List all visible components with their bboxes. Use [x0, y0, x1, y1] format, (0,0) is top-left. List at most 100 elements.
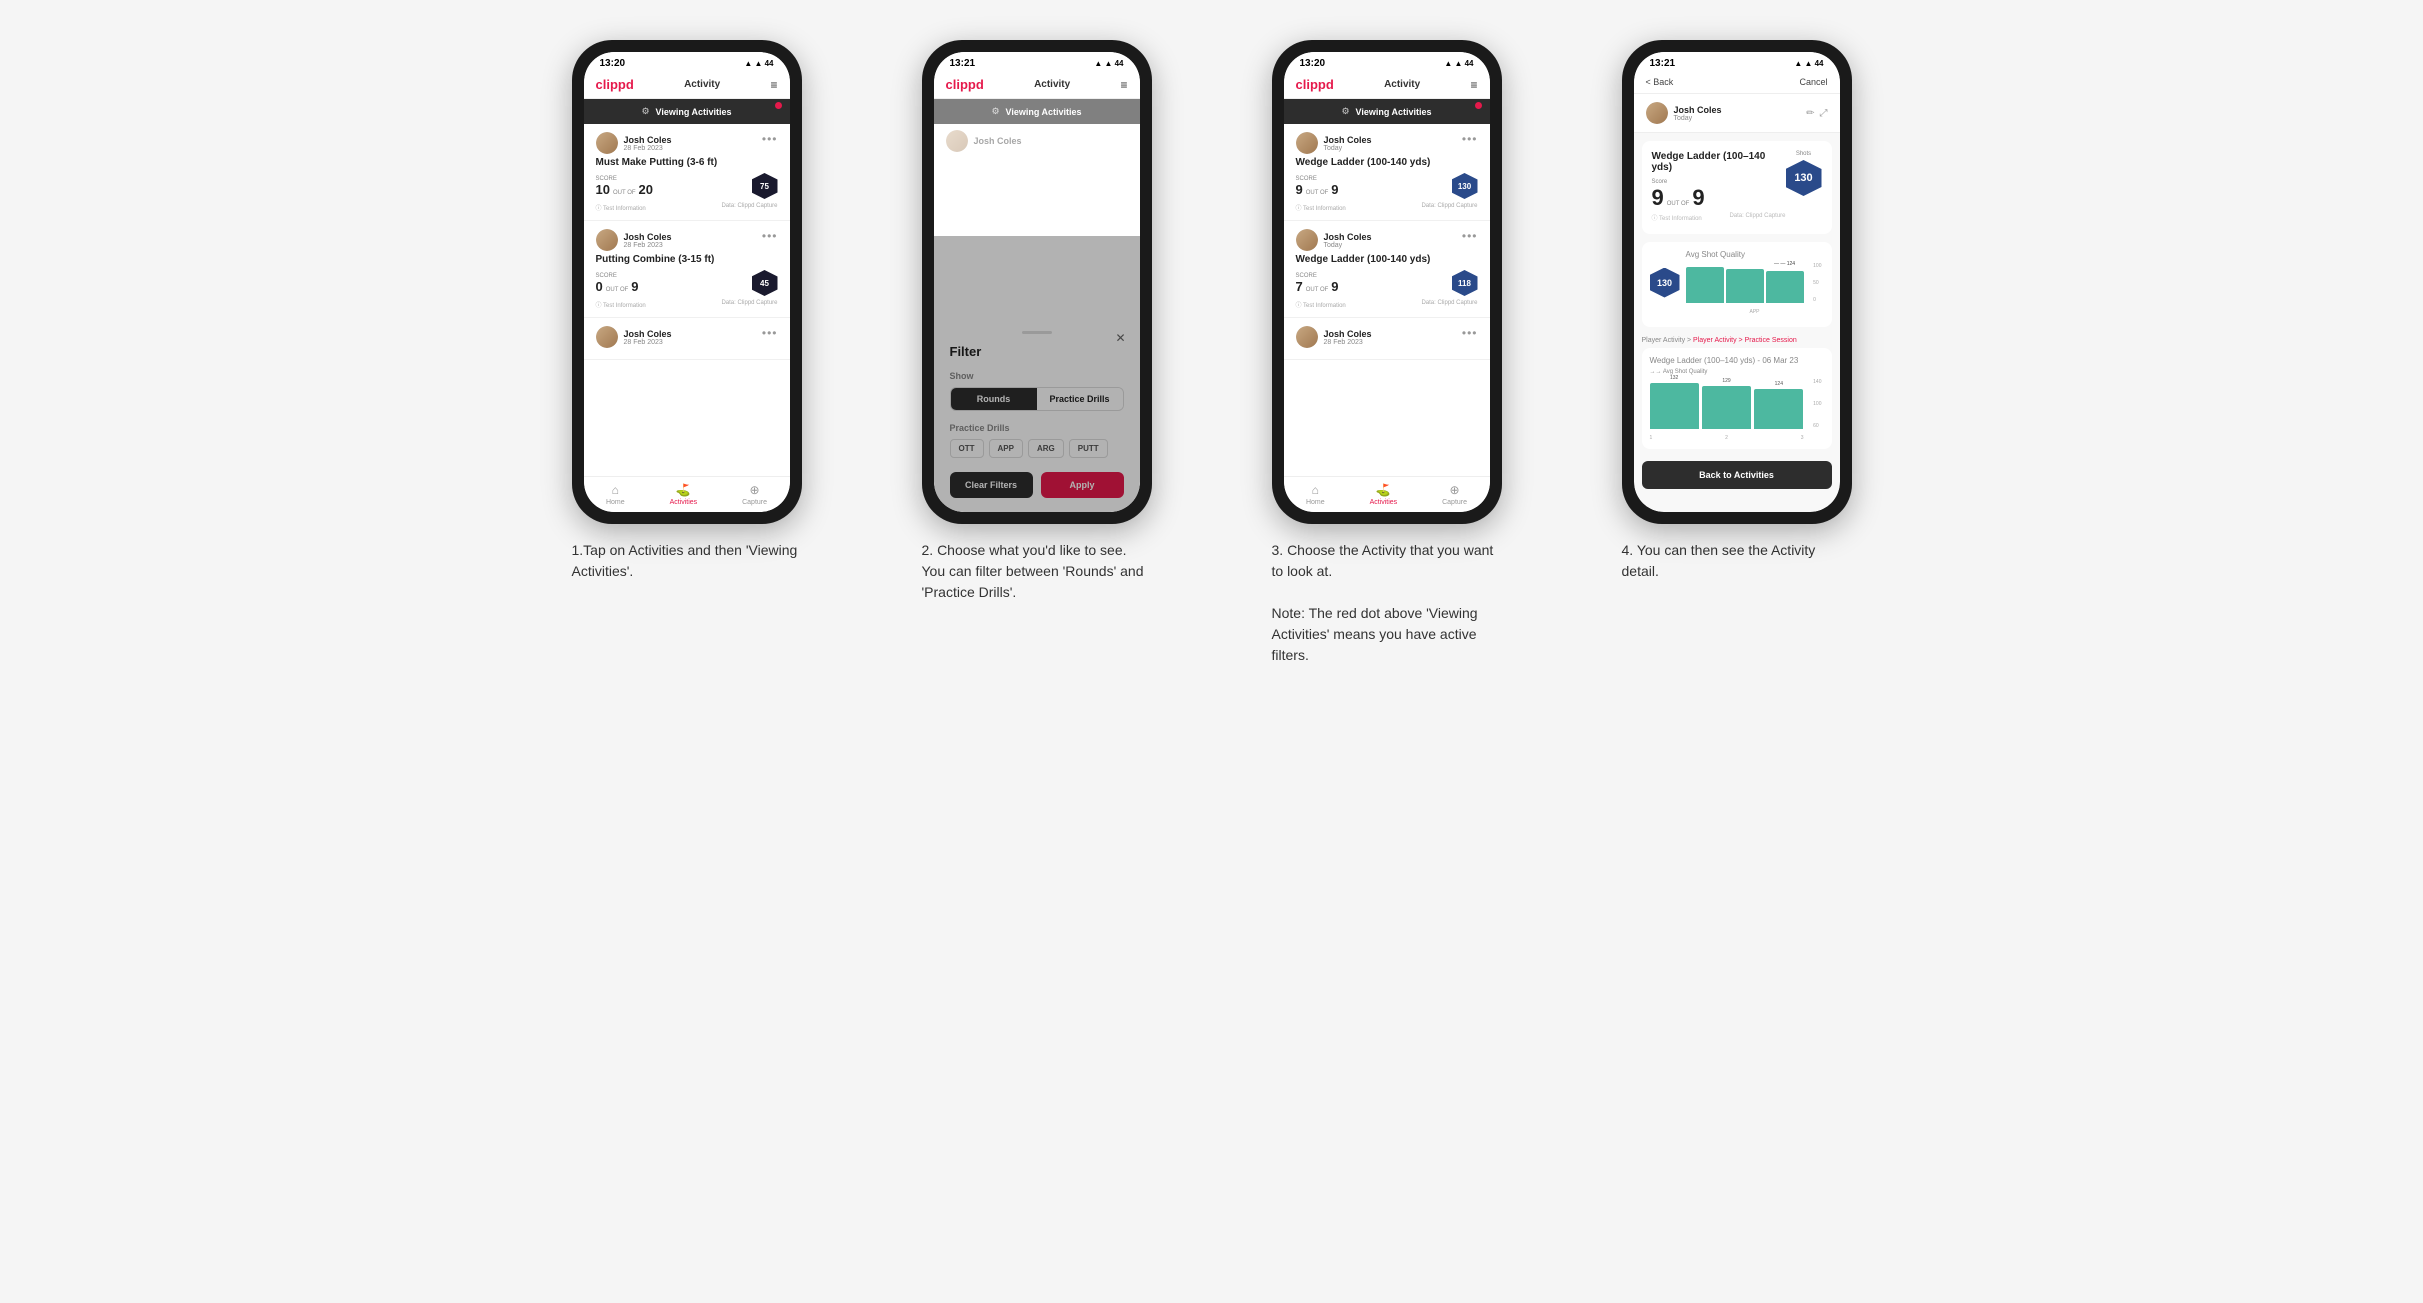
- activity-card-3-3[interactable]: Josh Coles 28 Feb 2023 •••: [1284, 318, 1490, 360]
- activity-title-3-1: Wedge Ladder (100-140 yds): [1296, 157, 1478, 168]
- avatar-4: [1646, 102, 1668, 124]
- bg-card-preview: Josh Coles: [934, 124, 1140, 156]
- expand-icon[interactable]: ⤢: [1820, 108, 1828, 119]
- more-dots-1-3[interactable]: •••: [762, 326, 778, 340]
- shots-3-2: 9: [1331, 279, 1338, 294]
- detail-title: Wedge Ladder (100–140 yds): [1652, 151, 1786, 173]
- shots-1-2: 9: [631, 279, 638, 294]
- viewing-bar-3[interactable]: ⚙ Viewing Activities: [1284, 99, 1490, 124]
- logo-1: clippd: [596, 77, 634, 92]
- nav-activities-3[interactable]: ⛳ Activities: [1370, 483, 1398, 506]
- status-time-4: 13:21: [1650, 58, 1676, 69]
- phone-frame-3: 13:20 ▲ ▲ 44 clippd Activity ≡ ⚙ Viewing…: [1272, 40, 1502, 524]
- avatar-1-3: [596, 326, 618, 348]
- bottom-nav-1: ⌂ Home ⛳ Activities ⊕ Capture: [584, 476, 790, 512]
- viewing-bar-2[interactable]: ⚙ Viewing Activities: [934, 99, 1140, 124]
- viewing-bar-label-1: Viewing Activities: [656, 107, 732, 117]
- app-header-1: clippd Activity ≡: [584, 71, 790, 99]
- screen-wrapper-3: 13:20 ▲ ▲ 44 clippd Activity ≡ ⚙ Viewing…: [1284, 52, 1490, 512]
- caption-3: 3. Choose the Activity that you want to …: [1272, 540, 1502, 666]
- more-dots-1-2[interactable]: •••: [762, 229, 778, 243]
- user-name-3-1: Josh Coles: [1324, 135, 1372, 145]
- red-dot-3: [1475, 102, 1482, 109]
- user-date-3-3: 28 Feb 2023: [1324, 339, 1372, 346]
- header-title-1: Activity: [684, 79, 720, 90]
- activity-card-1-2[interactable]: Josh Coles 28 Feb 2023 ••• Putting Combi…: [584, 221, 790, 318]
- phone-frame-2: 13:21 ▲ ▲ 44 clippd Activity ≡ ⚙ Viewing…: [922, 40, 1152, 524]
- back-to-activities-btn[interactable]: Back to Activities: [1642, 461, 1832, 489]
- status-time-1: 13:20: [600, 58, 626, 69]
- user-date-4: Today: [1674, 115, 1722, 122]
- viewing-bar-1[interactable]: ⚙ Viewing Activities: [584, 99, 790, 124]
- quality-badge-1-2: 45: [752, 270, 778, 296]
- more-dots-1-1[interactable]: •••: [762, 132, 778, 146]
- status-bar-2: 13:21 ▲ ▲ 44: [934, 52, 1140, 71]
- hamburger-menu-1[interactable]: ≡: [770, 78, 777, 92]
- nav-home-1[interactable]: ⌂ Home: [606, 483, 625, 506]
- status-icons-4: ▲ ▲ 44: [1794, 59, 1823, 68]
- home-icon-1: ⌂: [612, 483, 619, 497]
- avatar-bg: [946, 130, 968, 152]
- phone-section-4: 13:21 ▲ ▲ 44 < Back Cancel Josh Coles To…: [1577, 40, 1897, 666]
- more-dots-3-3[interactable]: •••: [1462, 326, 1478, 340]
- nav-home-3[interactable]: ⌂ Home: [1306, 483, 1325, 506]
- detail-card: Wedge Ladder (100–140 yds) Score 9 OUT O…: [1642, 141, 1832, 234]
- capture-icon-1: ⊕: [750, 483, 760, 497]
- activity-title-1-1: Must Make Putting (3-6 ft): [596, 157, 778, 168]
- activity-title-3-2: Wedge Ladder (100-140 yds): [1296, 254, 1478, 265]
- practice-session-label: Player Activity > Player Activity > Prac…: [1634, 333, 1840, 348]
- filter-icon-3: ⚙: [1341, 106, 1349, 117]
- page-container: 13:20 ▲ ▲ 44 clippd Activity ≡ ⚙ Viewing…: [512, 40, 1912, 666]
- status-bar-4: 13:21 ▲ ▲ 44: [1634, 52, 1840, 71]
- out-of-4: 9: [1692, 185, 1704, 211]
- phone-screen-1: 13:20 ▲ ▲ 44 clippd Activity ≡ ⚙ Viewing…: [584, 52, 790, 512]
- activity-card-1-3[interactable]: Josh Coles 28 Feb 2023 •••: [584, 318, 790, 360]
- activity-title-1-2: Putting Combine (3-15 ft): [596, 254, 778, 265]
- logo-2: clippd: [946, 77, 984, 92]
- avatar-1-1: [596, 132, 618, 154]
- bar-2: [1726, 269, 1764, 303]
- detail-action-icons: ✏ ⤢: [1806, 108, 1827, 119]
- app-header-3: clippd Activity ≡: [1284, 71, 1490, 99]
- back-button[interactable]: < Back: [1646, 77, 1674, 87]
- avatar-1-2: [596, 229, 618, 251]
- filter-modal-container: ✕ Filter Show Rounds Practice Drills Pra…: [934, 156, 1140, 512]
- edit-icon[interactable]: ✏: [1806, 108, 1814, 119]
- quality-badge-4: 130: [1786, 160, 1822, 196]
- activity-card-3-2[interactable]: Josh Coles Today ••• Wedge Ladder (100-1…: [1284, 221, 1490, 318]
- more-dots-3-2[interactable]: •••: [1462, 229, 1478, 243]
- activity-detail-chart: Wedge Ladder (100–140 yds) - 06 Mar 23 →…: [1642, 348, 1832, 449]
- activities-icon-3: ⛳: [1376, 483, 1391, 497]
- status-icons-2: ▲ ▲ 44: [1094, 59, 1123, 68]
- app-header-2: clippd Activity ≡: [934, 71, 1140, 99]
- filter-icon-2: ⚙: [991, 106, 999, 117]
- logo-3: clippd: [1296, 77, 1334, 92]
- red-dot-1: [775, 102, 782, 109]
- more-dots-3-1[interactable]: •••: [1462, 132, 1478, 146]
- phone-frame-4: 13:21 ▲ ▲ 44 < Back Cancel Josh Coles To…: [1622, 40, 1852, 524]
- shots-1-1: 20: [639, 182, 653, 197]
- user-name-4: Josh Coles: [1674, 105, 1722, 115]
- hamburger-menu-3[interactable]: ≡: [1470, 78, 1477, 92]
- activity-card-3-1[interactable]: Josh Coles Today ••• Wedge Ladder (100-1…: [1284, 124, 1490, 221]
- status-time-2: 13:21: [950, 58, 976, 69]
- status-bar-1: 13:20 ▲ ▲ 44: [584, 52, 790, 71]
- nav-capture-1[interactable]: ⊕ Capture: [742, 483, 767, 506]
- nav-capture-3[interactable]: ⊕ Capture: [1442, 483, 1467, 506]
- dashed-line-label: — — 124: [1774, 261, 1795, 267]
- cancel-button[interactable]: Cancel: [1799, 77, 1827, 87]
- user-name-1-3: Josh Coles: [624, 329, 672, 339]
- screen-wrapper-4: 13:21 ▲ ▲ 44 < Back Cancel Josh Coles To…: [1634, 52, 1840, 512]
- header-title-3: Activity: [1384, 79, 1420, 90]
- status-icons-1: ▲ ▲ 44: [744, 59, 773, 68]
- nav-activities-1[interactable]: ⛳ Activities: [670, 483, 698, 506]
- avatar-3-2: [1296, 229, 1318, 251]
- hamburger-menu-2[interactable]: ≡: [1120, 78, 1127, 92]
- user-name-bg: Josh Coles: [974, 136, 1022, 146]
- bottom-nav-3: ⌂ Home ⛳ Activities ⊕ Capture: [1284, 476, 1490, 512]
- caption-4: 4. You can then see the Activity detail.: [1622, 540, 1852, 582]
- phone-screen-2: 13:21 ▲ ▲ 44 clippd Activity ≡ ⚙ Viewing…: [934, 52, 1140, 512]
- activity-card-1-1[interactable]: Josh Coles 28 Feb 2023 ••• Must Make Put…: [584, 124, 790, 221]
- avatar-3-1: [1296, 132, 1318, 154]
- detail-bar-2: 129: [1702, 386, 1751, 429]
